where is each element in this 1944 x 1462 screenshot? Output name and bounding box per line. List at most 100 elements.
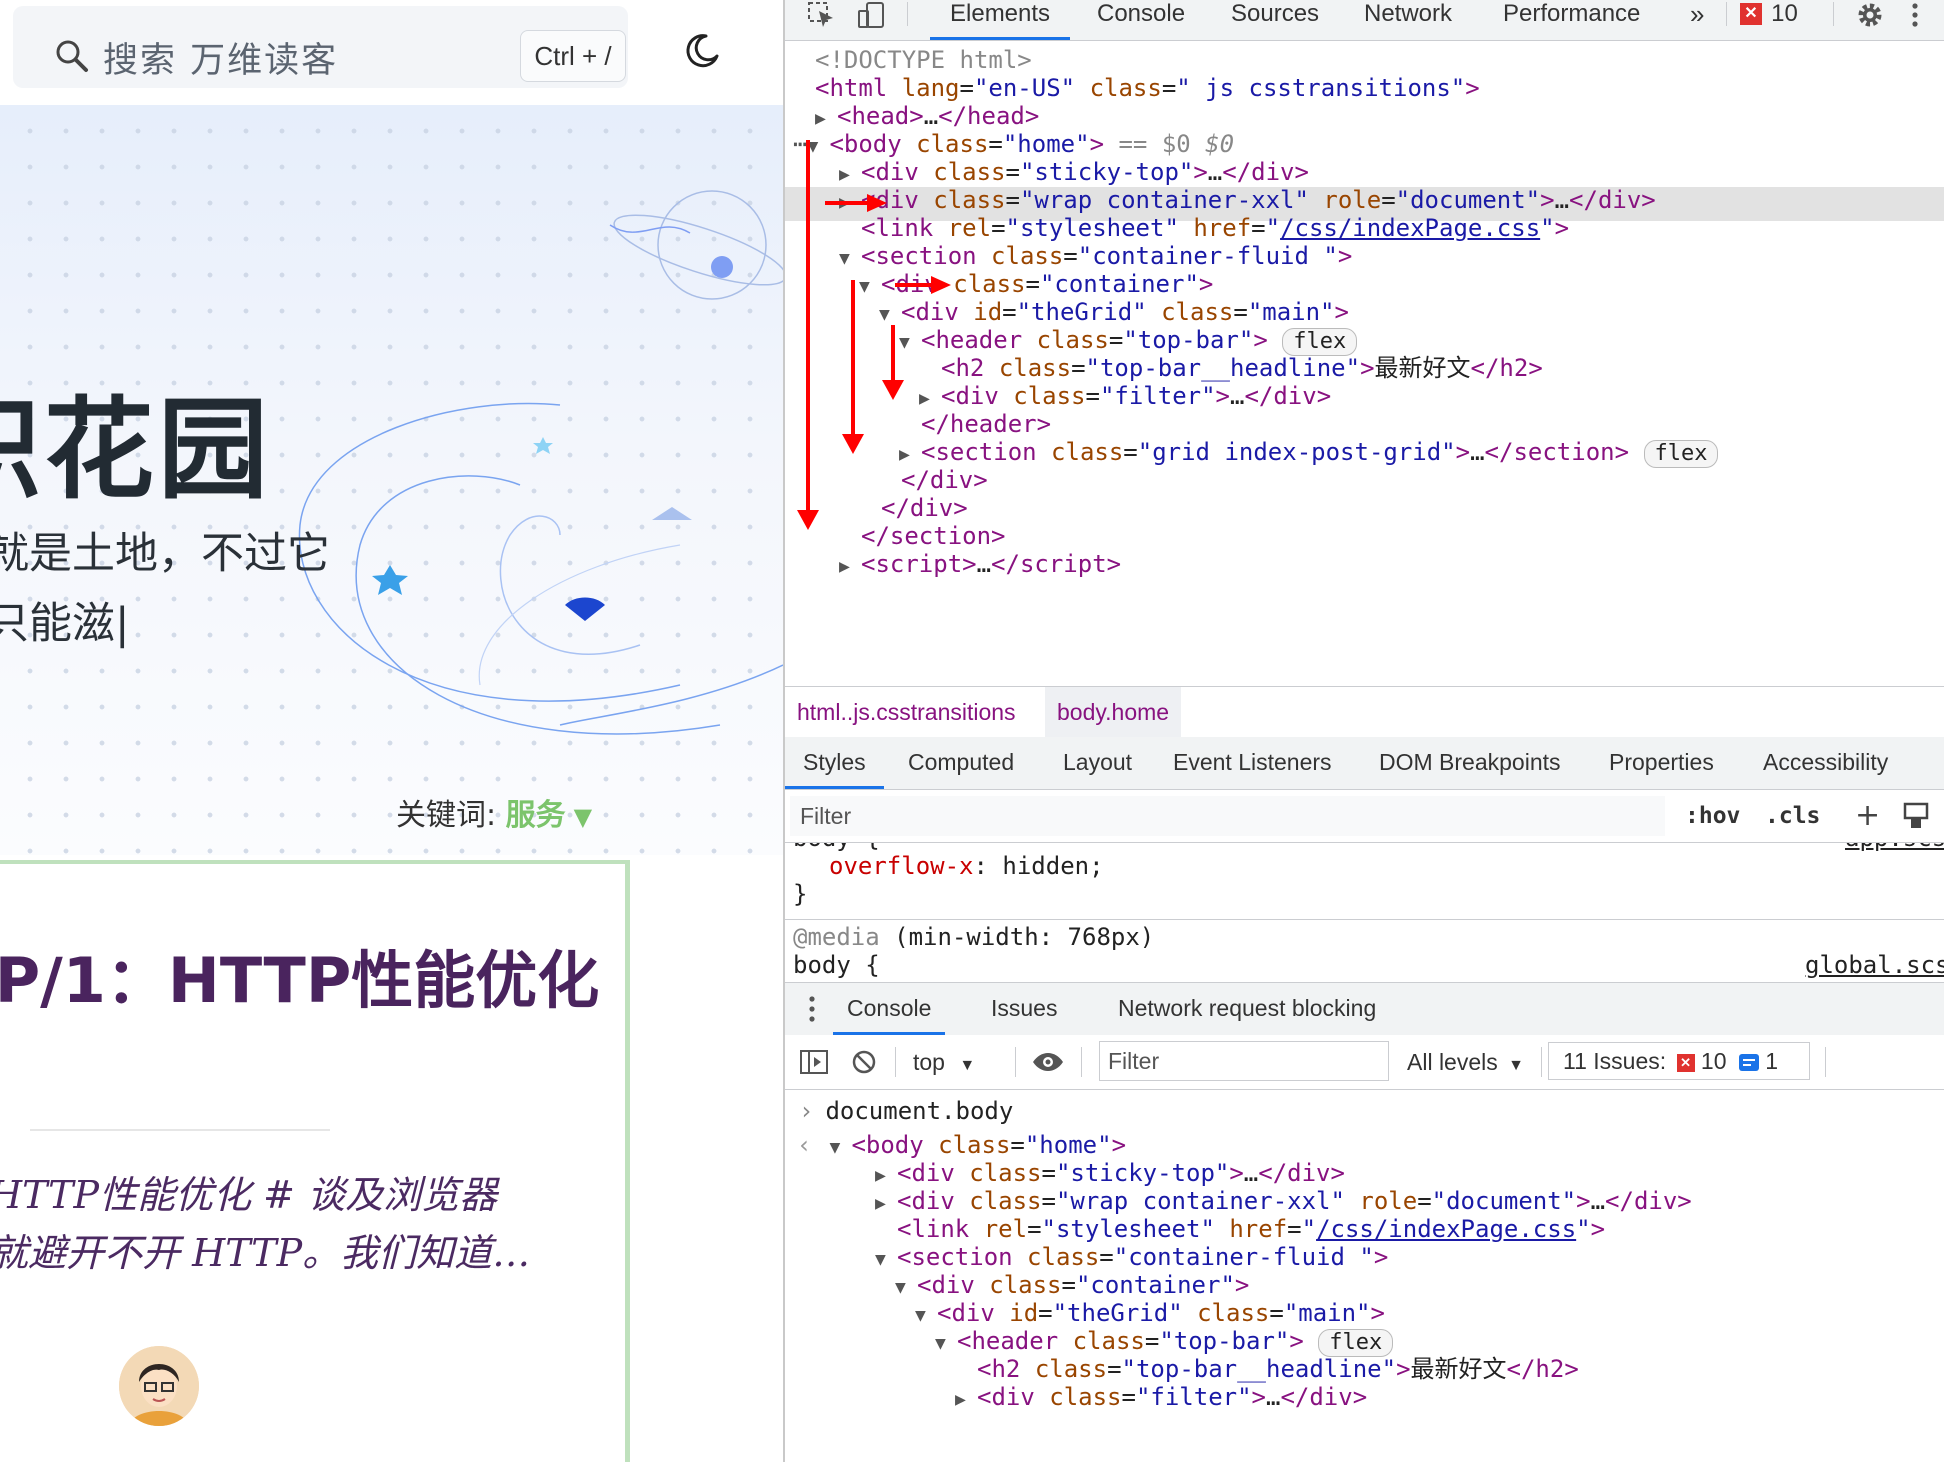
css-value[interactable]: hidden; — [1002, 852, 1103, 880]
flex-badge[interactable]: flex — [1643, 440, 1719, 468]
media-condition: (min-width: 768px) — [894, 923, 1155, 951]
collapse-triangle-icon[interactable]: ▼ — [915, 1299, 937, 1333]
inspect-element-icon[interactable] — [807, 1, 837, 29]
collapse-triangle-icon[interactable]: ▼ — [859, 270, 881, 304]
tab-event-listeners[interactable]: Event Listeners — [1173, 737, 1332, 789]
toolbar-divider — [1081, 1047, 1082, 1077]
toolbar-divider — [907, 2, 908, 26]
post-title[interactable]: TTP/1：HTTP性能优化 — [0, 944, 604, 1018]
hero-description-line-2: 只能滋| — [0, 599, 130, 649]
website-preview: 职花园 就是土地，不过它 只能滋| 搜索 万维读客 Ctrl + / 关键词: … — [0, 0, 783, 1462]
tab-accessibility[interactable]: Accessibility — [1763, 737, 1888, 789]
live-expression-eye-icon[interactable] — [1031, 1050, 1065, 1074]
tab-layout[interactable]: Layout — [1063, 737, 1132, 789]
console-input-line[interactable]: › document.body — [799, 1094, 1013, 1128]
site-header: 搜索 万维读客 Ctrl + / — [0, 0, 783, 105]
tab-dom-breakpoints[interactable]: DOM Breakpoints — [1379, 737, 1561, 789]
keyword-value[interactable]: 服务 — [506, 798, 566, 833]
tab-console[interactable]: Console — [1097, 0, 1185, 40]
rule-selector-body-2[interactable]: body { — [793, 948, 880, 981]
clear-console-icon[interactable] — [851, 1049, 877, 1075]
hover-state-toggle[interactable]: :hov — [1685, 790, 1740, 842]
drawer-tabs: Console Issues Network request blocking — [785, 982, 1944, 1036]
style-declaration[interactable]: overflow-x: hidden; — [829, 849, 1104, 883]
search-box[interactable]: 搜索 万维读客 Ctrl + / — [13, 6, 628, 88]
breadcrumb-html[interactable]: html..js.csstransitions — [785, 687, 1028, 737]
media-keyword: @media — [793, 923, 880, 951]
more-tabs-button[interactable]: » — [1690, 0, 1704, 40]
post-excerpt: /1：HTTP性能优化 # 谈及浏览器 务，就避开不开 HTTP。我们知道… — [0, 1166, 614, 1282]
expand-triangle-icon[interactable]: ▶ — [875, 1187, 897, 1221]
devtools-panel: Elements Console Sources Network Perform… — [783, 0, 1944, 1462]
toolbar-divider — [895, 1047, 896, 1077]
context-selector[interactable]: top ▼ — [913, 1035, 975, 1089]
tab-performance[interactable]: Performance — [1503, 0, 1640, 40]
post-excerpt-line-2: 务，就避开不开 HTTP。我们知道… — [0, 1231, 531, 1275]
collapse-triangle-icon[interactable]: ▼ — [875, 1243, 897, 1277]
collapse-triangle-icon[interactable]: ▼ — [935, 1327, 957, 1361]
expand-triangle-icon[interactable]: ▶ — [839, 550, 861, 584]
console-filter-input[interactable]: Filter — [1099, 1041, 1389, 1081]
toolbar-divider — [1726, 2, 1727, 26]
computed-sidebar-icon[interactable] — [1903, 802, 1929, 830]
tab-computed[interactable]: Computed — [908, 737, 1014, 789]
rule-close-brace: } — [793, 880, 808, 908]
settings-gear-icon[interactable] — [1855, 0, 1885, 30]
collapse-triangle-icon[interactable]: ▼ — [839, 242, 861, 276]
console-output[interactable]: › document.body ‹ ▼ <body class="home"> ▶ <d… — [785, 1090, 1944, 1462]
css-property[interactable]: overflow-x — [829, 852, 974, 880]
kebab-menu-icon[interactable] — [1910, 2, 1920, 28]
caret-down-icon[interactable]: ▼ — [574, 803, 592, 831]
drawer-tab-issues[interactable]: Issues — [991, 983, 1057, 1035]
collapse-triangle-icon[interactable]: ▼ — [879, 298, 901, 332]
hero-section: 职花园 就是土地，不过它 只能滋| — [0, 105, 783, 855]
author-avatar[interactable] — [119, 1346, 199, 1426]
info-message-icon — [1738, 1054, 1759, 1072]
dom-node-script[interactable]: ▶ <script>…</script> — [839, 547, 1121, 581]
keyword-filter[interactable]: 关键词: 服务 ▼ — [396, 790, 592, 834]
post-divider — [30, 1129, 330, 1131]
device-toolbar-icon[interactable] — [857, 1, 887, 29]
expand-triangle-icon[interactable]: ▶ — [955, 1383, 977, 1417]
tab-sources[interactable]: Sources — [1231, 0, 1319, 40]
styles-filter-input[interactable]: Filter — [790, 796, 1665, 836]
error-x-icon: ✕ — [1740, 3, 1762, 25]
tab-network[interactable]: Network — [1364, 0, 1452, 40]
console-node-filter[interactable]: ▶ <div class="filter">…</div> — [955, 1380, 1367, 1414]
rule1-source[interactable]: app.scss — [1845, 843, 1944, 852]
error-x-icon: ✕ — [1676, 1053, 1695, 1072]
collapse-triangle-icon[interactable]: ▼ — [829, 1131, 851, 1165]
show-sidebar-icon[interactable] — [799, 1049, 829, 1075]
rule-source-link-2[interactable]: global.scss — [1805, 948, 1944, 981]
console-input-text: document.body — [825, 1097, 1014, 1125]
avatar-illustration — [119, 1346, 199, 1426]
log-levels-dropdown[interactable]: All levels ▼ — [1407, 1035, 1524, 1089]
rule-source-link[interactable]: app.scss — [1845, 843, 1944, 855]
collapse-triangle-icon[interactable]: ▼ — [899, 326, 921, 360]
issues-counter[interactable]: 11 Issues: ✕ 10 1 — [1548, 1042, 1810, 1080]
tab-styles[interactable]: Styles — [785, 737, 884, 789]
error-counter[interactable]: ✕ 10 — [1740, 2, 1820, 28]
drawer-tab-console[interactable]: Console — [833, 983, 946, 1035]
add-rule-plus-icon[interactable]: + — [1855, 790, 1880, 842]
search-icon — [56, 40, 88, 72]
breadcrumb-body[interactable]: body.home — [1045, 687, 1182, 737]
tab-elements[interactable]: Elements — [930, 0, 1071, 40]
tab-properties[interactable]: Properties — [1609, 737, 1714, 789]
drawer-tab-network-request-blocking[interactable]: Network request blocking — [1118, 983, 1376, 1035]
dom-tree[interactable]: <!DOCTYPE html> <html lang="en-US" class… — [785, 40, 1944, 685]
styles-rules: body { app.scss overflow-x: hidden; } @m… — [785, 843, 1944, 981]
post-card[interactable]: TTP/1：HTTP性能优化 /1：HTTP性能优化 # 谈及浏览器 务，就避开… — [0, 860, 630, 1462]
styles-filter-bar: Filter :hov .cls + — [785, 790, 1944, 843]
collapse-triangle-icon[interactable]: ▼ — [807, 130, 829, 164]
keyword-label: 关键词: — [396, 798, 506, 833]
class-toggle[interactable]: .cls — [1765, 790, 1820, 842]
rule2-source[interactable]: global.scss — [1805, 951, 1944, 979]
collapse-triangle-icon[interactable]: ▼ — [895, 1271, 917, 1305]
drawer-menu-icon[interactable] — [807, 995, 817, 1023]
dark-mode-moon-icon[interactable] — [683, 32, 721, 70]
selected-node-marker: == $0 — [1118, 130, 1191, 158]
dom-node-post-grid[interactable]: ▶ <section class="grid index-post-grid">…… — [899, 435, 1719, 469]
caret-down-icon: ▼ — [1508, 1057, 1524, 1074]
search-shortcut-hint: Ctrl + / — [520, 30, 626, 82]
